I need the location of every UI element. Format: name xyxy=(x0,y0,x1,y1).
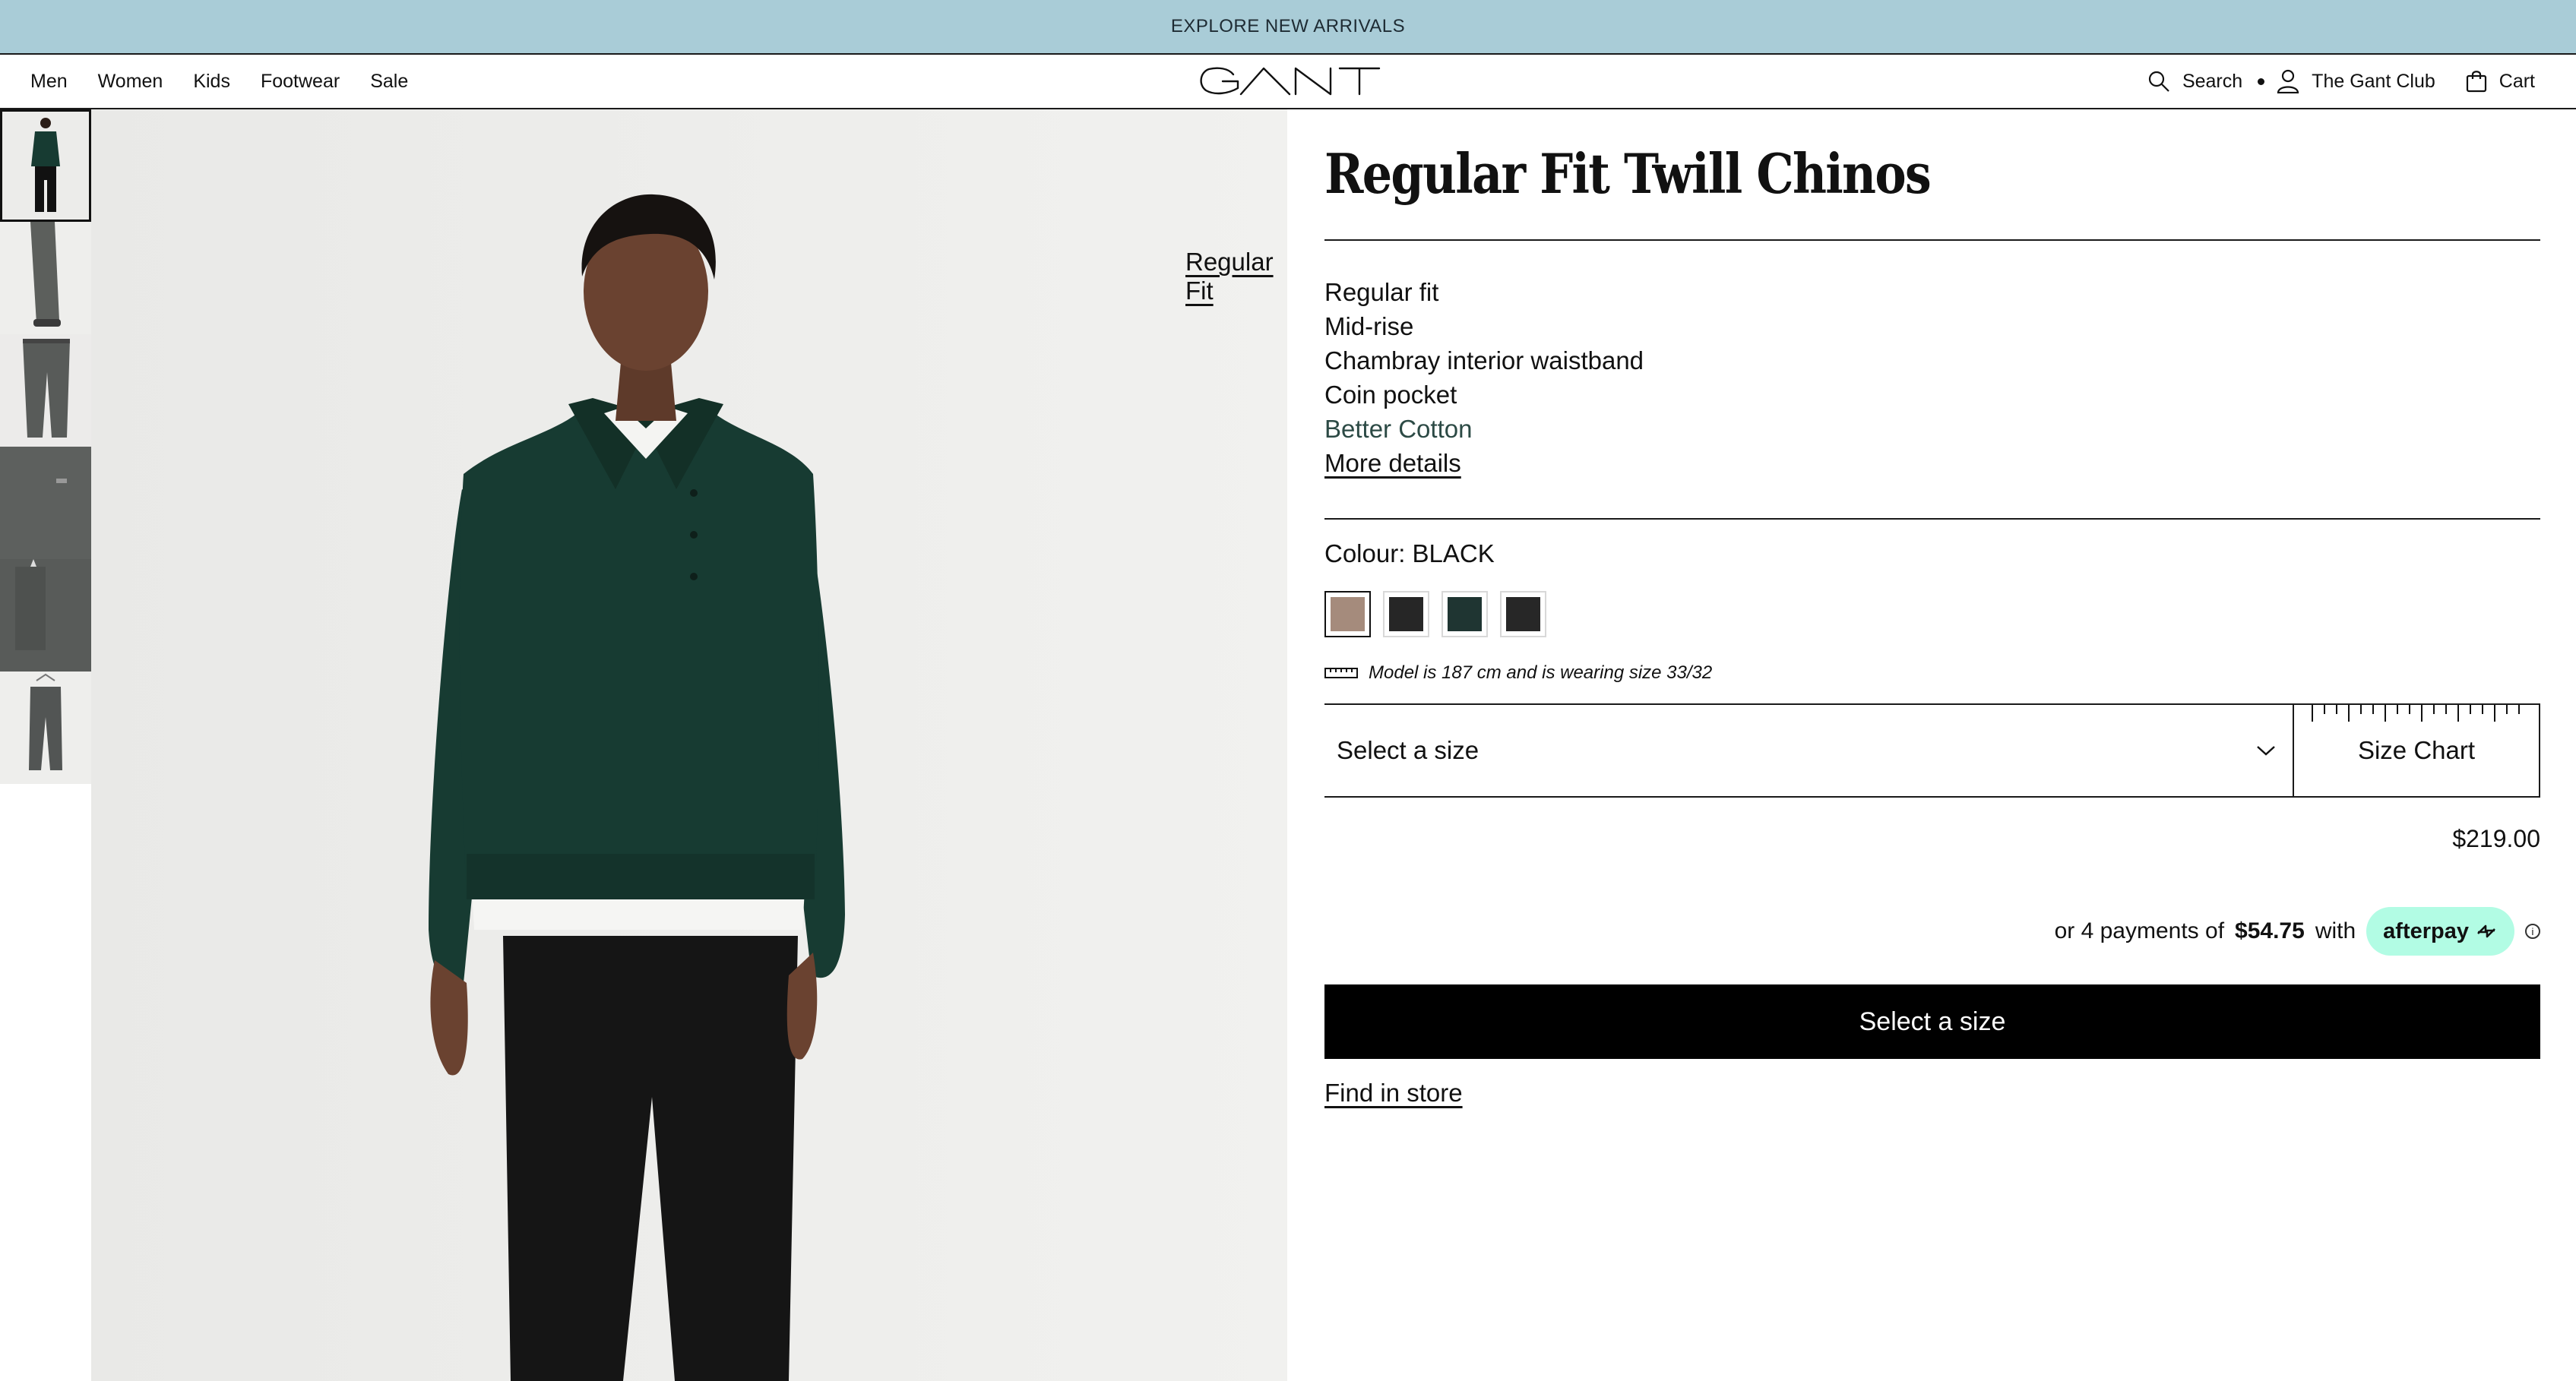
product-hero-image[interactable]: Regular Fit ? xyxy=(91,109,1287,1381)
thumbnail-pants-side-image xyxy=(30,222,61,327)
chevron-down-icon xyxy=(2257,746,2275,756)
divider xyxy=(1324,239,2540,241)
gant-club-button[interactable]: The Gant Club xyxy=(2277,69,2435,93)
more-details-link[interactable]: More details xyxy=(1324,446,1644,480)
announcement-text[interactable]: EXPLORE NEW ARRIVALS xyxy=(1171,16,1405,37)
afterpay-logo[interactable]: afterpay xyxy=(2366,907,2514,956)
swatch-black[interactable] xyxy=(1383,591,1429,637)
thumbnail-fabric-detail-image xyxy=(0,447,91,559)
ruler-ticks-icon xyxy=(2312,705,2520,722)
utility-nav: Search The Gant Club Cart xyxy=(2147,55,2535,108)
size-selector-row: Select a size Size Chart xyxy=(1324,703,2540,798)
swatch-dark-green[interactable] xyxy=(1441,591,1488,637)
announcement-bar[interactable]: EXPLORE NEW ARRIVALS xyxy=(0,0,2576,55)
thumbnail-flat-lay-image xyxy=(29,673,62,770)
find-in-store-link[interactable]: Find in store xyxy=(1324,1079,1463,1108)
model-size-note: Model is 187 cm and is wearing size 33/3… xyxy=(1324,662,1712,684)
thumbnail-strip xyxy=(0,109,91,784)
fit-guide-link[interactable]: Regular Fit ? xyxy=(1185,248,1287,305)
ruler-icon xyxy=(1324,668,1358,678)
cart-button[interactable]: Cart xyxy=(2466,70,2535,93)
gant-club-label: The Gant Club xyxy=(2312,70,2435,92)
separator-dot xyxy=(2258,77,2265,85)
afterpay-badge-text: afterpay xyxy=(2383,918,2469,943)
thumbnail-3[interactable] xyxy=(0,334,91,447)
feature-item: Mid-rise xyxy=(1324,312,1414,340)
feature-item: Regular fit xyxy=(1324,278,1439,306)
search-label: Search xyxy=(2182,70,2243,92)
thumbnail-4[interactable] xyxy=(0,447,91,559)
site-header: Men Women Kids Footwear Sale Search The … xyxy=(0,55,2576,109)
afterpay-arrows-icon xyxy=(2477,924,2495,938)
model-note-text: Model is 187 cm and is wearing size 33/3… xyxy=(1369,662,1713,683)
thumbnail-pants-back-image xyxy=(23,339,70,438)
size-chart-button[interactable]: Size Chart xyxy=(2294,705,2540,796)
thumbnail-5[interactable] xyxy=(0,559,91,672)
cart-icon xyxy=(2466,71,2486,93)
user-icon xyxy=(2277,69,2299,93)
add-to-cart-button[interactable]: Select a size xyxy=(1324,984,2540,1059)
thumbnail-model-image xyxy=(31,118,60,212)
feature-item: Coin pocket xyxy=(1324,381,1457,409)
afterpay-info: or 4 payments of $54.75 with afterpay i xyxy=(2055,907,2540,956)
fit-label: Regular Fit xyxy=(1185,248,1274,305)
size-select-dropdown[interactable]: Select a size xyxy=(1324,705,2294,796)
colour-swatches xyxy=(1324,591,1546,637)
product-title: Regular Fit Twill Chinos xyxy=(1324,141,1932,206)
info-icon[interactable]: i xyxy=(2525,924,2540,939)
swatch-charcoal[interactable] xyxy=(1500,591,1546,637)
thumbnail-6[interactable] xyxy=(0,672,91,784)
main-nav: Men Women Kids Footwear Sale xyxy=(30,55,408,108)
sustainability-label: Better Cotton xyxy=(1324,415,1473,443)
cart-label: Cart xyxy=(2498,70,2535,92)
gant-logo[interactable] xyxy=(1195,62,1381,100)
swatch-khaki[interactable] xyxy=(1324,591,1371,637)
size-select-label: Select a size xyxy=(1337,736,1479,764)
search-button[interactable]: Search xyxy=(2147,70,2242,93)
nav-item-women[interactable]: Women xyxy=(98,71,163,93)
thumbnail-2[interactable] xyxy=(0,222,91,334)
nav-item-sale[interactable]: Sale xyxy=(370,71,408,93)
nav-item-kids[interactable]: Kids xyxy=(193,71,230,93)
divider xyxy=(1324,518,2540,520)
thumbnail-pocket-detail-image xyxy=(0,559,91,672)
nav-item-men[interactable]: Men xyxy=(30,71,68,93)
colour-label: Colour: BLACK xyxy=(1324,539,1495,567)
feature-item: Chambray interior waistband xyxy=(1324,346,1644,374)
search-icon xyxy=(2148,71,2169,92)
nav-item-footwear[interactable]: Footwear xyxy=(261,71,340,93)
afterpay-prefix: or 4 payments of xyxy=(2054,918,2225,943)
product-price: $219.00 xyxy=(2452,825,2540,852)
feature-list: Regular fit Mid-rise Chambray interior w… xyxy=(1324,275,1644,480)
thumbnail-1[interactable] xyxy=(0,109,91,222)
afterpay-amount: $54.75 xyxy=(2235,918,2305,943)
afterpay-suffix: with xyxy=(2315,918,2356,943)
model-photo xyxy=(91,109,1287,1381)
size-chart-label: Size Chart xyxy=(2357,736,2476,764)
